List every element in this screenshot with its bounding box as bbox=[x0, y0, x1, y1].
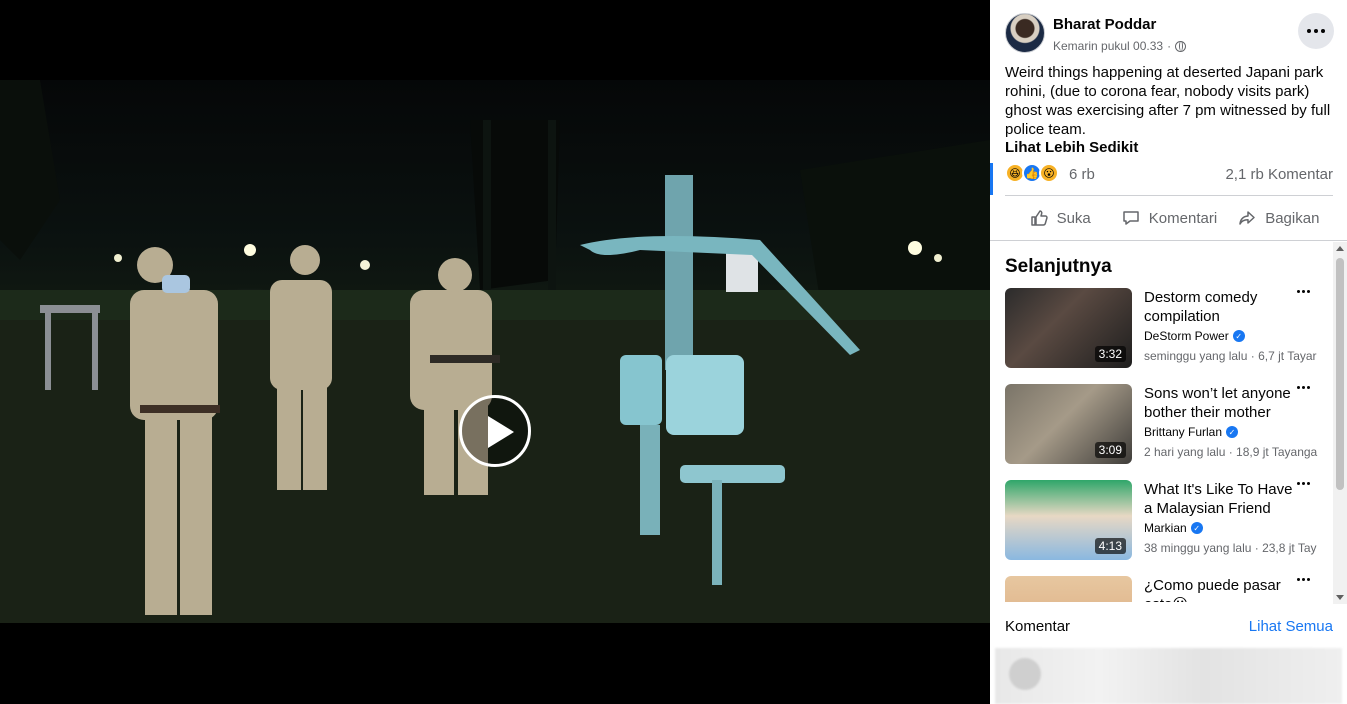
share-icon bbox=[1239, 211, 1255, 225]
dot-icon bbox=[1302, 386, 1305, 389]
video-title[interactable]: ¿Como puede pasar esto😮 bbox=[1144, 576, 1304, 602]
dot-icon bbox=[1302, 578, 1305, 581]
up-next-list: 3:32 Destorm comedy compilation DeStorm … bbox=[1005, 288, 1330, 602]
comment-preview[interactable] bbox=[995, 648, 1342, 704]
divider bbox=[1005, 195, 1333, 196]
video-more-button[interactable] bbox=[1297, 386, 1310, 389]
focus-indicator bbox=[990, 163, 993, 195]
author-name[interactable]: Bharat Poddar bbox=[1053, 16, 1156, 33]
reaction-icons[interactable]: 😆 👍 😮 bbox=[1005, 163, 1059, 183]
video-more-button[interactable] bbox=[1297, 290, 1310, 293]
divider bbox=[990, 240, 1347, 241]
dot-icon bbox=[1302, 482, 1305, 485]
comments-label: Komentar bbox=[1005, 618, 1071, 635]
see-less-link[interactable]: Lihat Lebih Sedikit bbox=[1005, 139, 1138, 156]
see-all-link[interactable]: Lihat Semua bbox=[1249, 618, 1333, 635]
post-timestamp[interactable]: Kemarin pukul 00.33 bbox=[1053, 39, 1163, 53]
thumbs-up-icon bbox=[1030, 210, 1048, 226]
video-thumbnail[interactable]: 3:32 bbox=[1005, 288, 1132, 368]
dot-icon bbox=[1314, 29, 1318, 33]
post-text: Weird things happening at deserted Japan… bbox=[1005, 64, 1331, 138]
dot-separator-icon: · bbox=[1167, 39, 1172, 53]
up-next-item[interactable]: ¿Como puede pasar esto😮 bbox=[1005, 576, 1330, 602]
comment-count[interactable]: 2,1 rb Komentar bbox=[1225, 166, 1333, 183]
video-more-button[interactable] bbox=[1297, 578, 1310, 581]
post-meta: Kemarin pukul 00.33 · bbox=[1053, 39, 1187, 53]
dot-icon bbox=[1297, 578, 1300, 581]
comment-label: Komentari bbox=[1148, 209, 1218, 227]
up-next-title: Selanjutnya bbox=[1005, 256, 1112, 277]
like-label: Suka bbox=[1056, 209, 1091, 227]
channel-name[interactable]: DeStorm Power bbox=[1144, 329, 1229, 343]
post-sidebar: Bharat Poddar Kemarin pukul 00.33 · Weir… bbox=[990, 0, 1347, 704]
dot-icon bbox=[1307, 578, 1310, 581]
verified-icon: ✓ bbox=[1190, 522, 1203, 534]
scrollbar-thumb[interactable] bbox=[1336, 258, 1344, 490]
video-frame[interactable] bbox=[0, 80, 990, 623]
video-title[interactable]: Destorm comedy compilation bbox=[1144, 288, 1304, 326]
globe-icon bbox=[1175, 40, 1187, 52]
comment-button[interactable]: Komentari bbox=[1114, 200, 1223, 236]
share-button[interactable]: Bagikan bbox=[1224, 200, 1333, 236]
scroll-up-arrow-icon[interactable] bbox=[1336, 246, 1344, 251]
video-channel[interactable]: Brittany Furlan ✓ bbox=[1144, 425, 1239, 439]
dot-icon bbox=[1307, 386, 1310, 389]
dot-icon bbox=[1307, 29, 1311, 33]
video-scene bbox=[0, 80, 990, 623]
channel-name[interactable]: Brittany Furlan bbox=[1144, 425, 1222, 439]
channel-name[interactable]: Markian bbox=[1144, 521, 1187, 535]
video-player[interactable] bbox=[0, 0, 990, 704]
verified-icon: ✓ bbox=[1226, 426, 1239, 438]
dot-icon bbox=[1297, 482, 1300, 485]
dot-icon bbox=[1307, 482, 1310, 485]
play-button[interactable] bbox=[459, 395, 531, 467]
up-next-item[interactable]: 4:13 What It's Like To Have a Malaysian … bbox=[1005, 480, 1330, 576]
avatar[interactable] bbox=[1005, 13, 1045, 53]
post-header: Bharat Poddar Kemarin pukul 00.33 · bbox=[1005, 13, 1335, 55]
verified-icon: ✓ bbox=[1232, 330, 1245, 342]
reactions-row[interactable]: 😆 👍 😮 6 rb 2,1 rb Komentar bbox=[990, 163, 1333, 195]
dot-icon bbox=[1307, 290, 1310, 293]
dot-icon bbox=[1297, 290, 1300, 293]
video-duration: 3:09 bbox=[1094, 442, 1126, 458]
share-label: Bagikan bbox=[1265, 209, 1320, 227]
video-title[interactable]: Sons won’t let anyone bother their mothe… bbox=[1144, 384, 1304, 422]
dot-icon bbox=[1321, 29, 1325, 33]
video-more-button[interactable] bbox=[1297, 482, 1310, 485]
video-duration: 4:13 bbox=[1094, 538, 1126, 554]
video-meta: seminggu yang lalu · 6,7 jt Tayar bbox=[1144, 349, 1317, 363]
video-meta: 38 minggu yang lalu · 23,8 jt Tay bbox=[1144, 541, 1317, 555]
up-next-scrollbar[interactable] bbox=[1333, 242, 1347, 604]
dot-icon bbox=[1297, 386, 1300, 389]
video-meta: 2 hari yang lalu · 18,9 jt Tayanga bbox=[1144, 445, 1318, 459]
video-thumbnail[interactable]: 3:09 bbox=[1005, 384, 1132, 464]
up-next-item[interactable]: 3:09 Sons won’t let anyone bother their … bbox=[1005, 384, 1330, 480]
wow-reaction-icon: 😮 bbox=[1039, 163, 1059, 183]
video-duration: 3:32 bbox=[1094, 346, 1126, 362]
video-thumbnail[interactable] bbox=[1005, 576, 1132, 602]
like-button[interactable]: Suka bbox=[1005, 200, 1114, 236]
video-thumbnail[interactable]: 4:13 bbox=[1005, 480, 1132, 560]
dot-icon bbox=[1302, 290, 1305, 293]
video-title[interactable]: What It's Like To Have a Malaysian Frien… bbox=[1144, 480, 1304, 518]
up-next-item[interactable]: 3:32 Destorm comedy compilation DeStorm … bbox=[1005, 288, 1330, 384]
comment-icon bbox=[1123, 211, 1139, 225]
scroll-down-arrow-icon[interactable] bbox=[1336, 595, 1344, 600]
video-channel[interactable]: DeStorm Power ✓ bbox=[1144, 329, 1245, 343]
post-actions: Suka Komentari Bagikan bbox=[1005, 200, 1333, 236]
post-more-button[interactable] bbox=[1298, 13, 1334, 49]
video-channel[interactable]: Markian ✓ bbox=[1144, 521, 1203, 535]
reaction-count[interactable]: 6 rb bbox=[1069, 166, 1095, 183]
avatar bbox=[1009, 658, 1041, 690]
